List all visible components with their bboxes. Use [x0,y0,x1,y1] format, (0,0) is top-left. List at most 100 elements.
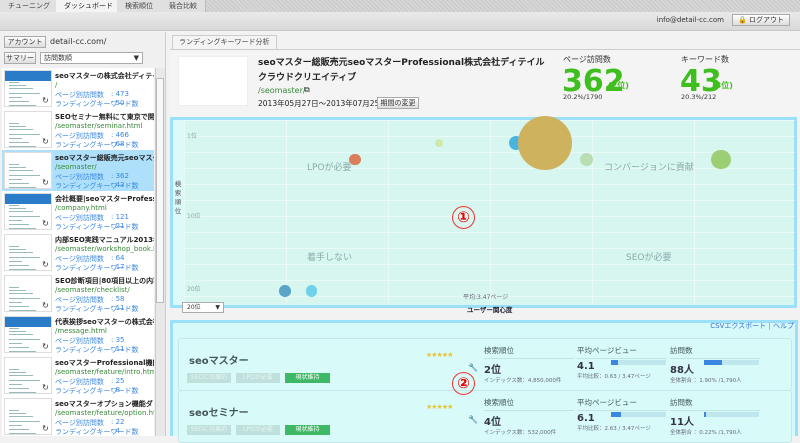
refresh-icon[interactable]: ↻ [40,178,51,188]
account-button[interactable]: アカウント [4,36,46,48]
pv-value: : 25 [111,377,125,385]
pv-value: : 121 [111,213,129,221]
rank-label: 検索順位 [484,397,574,411]
rank-label: 検索順位 [484,345,574,359]
item-url[interactable]: /seomaster/feature/intro.html [55,368,154,376]
index-count: インデックス数：4,850,000件 [484,378,562,384]
logout-button[interactable]: 🔒 ログアウト [732,14,790,26]
visits-bar [704,360,759,365]
item-url[interactable]: /seomaster/workshop_book.html [55,245,154,253]
item-url[interactable]: /message.html [55,327,154,335]
item-title: seoマスターオプション機能ダッシュ [55,400,154,408]
tag-lpo-needed[interactable]: LPOが必要 [236,425,280,435]
item-kw: ランディングキーワード数: 68 [55,140,154,150]
domain-label: detail-cc.com/ [50,37,107,46]
tag-seo-effective[interactable]: SEOに効果的 [187,425,231,435]
keywords-rank: (3位) [712,81,733,90]
date-range: 2013年05月27日～2013年07月25日 [258,99,387,108]
wrench-icon[interactable]: 🔧 [468,415,478,424]
refresh-icon[interactable]: ↻ [40,383,51,393]
external-link-icon[interactable]: ⧉ [304,85,310,95]
item-url[interactable]: /seomaster/ [55,163,154,171]
item-url[interactable]: /seomaster/feature/option.html [55,409,154,417]
bubble-point[interactable] [579,153,593,167]
tag-lpo-needed[interactable]: LPOが必要 [236,373,280,383]
pv-label: ページ別訪問数 [55,132,104,140]
page-url[interactable]: /seomaster/ [258,86,306,95]
item-kw: ランディングキーワード数: 11 [55,345,154,355]
tab-dashboard[interactable]: ダッシュボード [56,0,122,12]
sort-select[interactable]: 訪問数順 ▼ [40,52,143,64]
page-list-item[interactable]: ↻ seoマスターの株式会社ディテイル / ページ別訪問数: 473 ランディン… [2,68,154,109]
page-list-item[interactable]: ↻ seoマスターオプション機能ダッシュ /seomaster/feature/… [2,396,154,436]
rank-value: 2位 [484,365,501,376]
top-tab-bar: チューニング ダッシュボード 検索順位 競合比較 [0,0,800,12]
kw-value: : 21 [111,222,125,230]
summary-button[interactable]: サマリー [4,52,36,64]
wrench-icon[interactable]: 🔧 [468,363,478,372]
kw-value: : 17 [111,263,125,271]
tag-seo-effective[interactable]: SEOに効果的 [187,373,231,383]
plot-area [184,120,795,305]
pv-value: : 58 [111,295,125,303]
bubble-point[interactable] [711,150,731,170]
refresh-icon[interactable]: ↻ [40,260,51,270]
keywords-ratio: 20.3%/212 [681,93,717,101]
help-link[interactable]: ヘルプ [773,322,794,330]
page-list-item[interactable]: ↻ 内部SEO実践マニュアル2013年 /seomaster/workshop_… [2,232,154,273]
keyword-card[interactable]: seoセミナー SEOに効果的 LPOが必要 現状維持 ★★★★★ 🔧 検索順位… [178,390,792,443]
item-title: 代表挨拶seoマスターの株式会社 [55,318,154,326]
star-rating[interactable]: ★★★★★ [426,351,453,359]
pv-label: ページ別訪問数 [55,91,104,99]
item-url[interactable]: /company.html [55,204,154,212]
y-tick: 20位 [187,286,201,293]
item-url[interactable]: / [55,81,154,89]
page-list-item[interactable]: ↻ seoマスターProfessional機能と /seomaster/feat… [2,355,154,396]
kw-label: ランディングキーワード数 [55,182,139,190]
y-tick: 10位 [187,213,201,220]
refresh-icon[interactable]: ↻ [40,219,51,229]
page-list-item[interactable]: ↻ 代表挨拶seoマスターの株式会社 /message.html ページ別訪問数… [2,314,154,355]
page-list-item[interactable]: ↻ SEO診断項目|80項目以上の内容 /seomaster/checklist… [2,273,154,314]
page-list-item[interactable]: ↻ seoマスター総販売元seoマスター /seomaster/ ページ別訪問数… [2,150,154,191]
tab-competitor[interactable]: 競合比較 [161,0,206,12]
quadrant-label: コンバージョンに貢献 [604,163,694,173]
change-period-button[interactable]: 期間の変更 [377,97,419,109]
page-thumbnail [178,56,248,106]
keyword-name[interactable]: seoマスター [189,352,249,367]
index-count: インデックス数：532,000件 [484,430,557,436]
visits-label: 訪問数 [670,397,760,411]
tag-maintain[interactable]: 現状維持 [285,373,330,383]
kw-value: : 11 [111,345,125,353]
refresh-icon[interactable]: ↻ [40,137,51,147]
csv-export-link[interactable]: CSVエクスポート [710,322,766,330]
pv-bar [611,412,666,417]
tab-landing-keyword-analysis[interactable]: ランディングキーワード分析 [172,35,277,49]
rank-filter-select[interactable]: 20位 ▼ [182,302,224,313]
item-url[interactable]: /seomaster/seminar.html [55,122,154,130]
bubble-point[interactable] [348,153,361,166]
pv-label: ページ別訪問数 [55,419,104,427]
bubble-point[interactable] [279,285,292,297]
x-axis-label: ユーザー関心度 [467,306,513,314]
item-url[interactable]: /seomaster/checklist/ [55,286,154,294]
pv-label: ページ別訪問数 [55,378,104,386]
pv-bar [611,360,666,365]
refresh-icon[interactable]: ↻ [40,301,51,311]
tab-tuning[interactable]: チューニング [0,0,59,12]
item-title: seoマスターの株式会社ディテイル [55,72,154,80]
refresh-icon[interactable]: ↻ [40,424,51,434]
star-rating[interactable]: ★★★★★ [426,403,453,411]
refresh-icon[interactable]: ↻ [40,96,51,106]
tag-maintain[interactable]: 現状維持 [285,425,330,435]
keyword-name[interactable]: seoセミナー [189,404,249,419]
page-list-item[interactable]: ↻ SEOセミナー無料にて東京で開催 /seomaster/seminar.ht… [2,109,154,150]
tab-search-rank[interactable]: 検索順位 [117,0,162,12]
visits-bar [704,412,759,417]
refresh-icon[interactable]: ↻ [40,342,51,352]
quadrant-label: LPOが必要 [307,163,352,173]
scrollbar-thumb[interactable] [156,78,164,303]
page-list-item[interactable]: ↻ 会社概要|seoマスターProfessional /company.html… [2,191,154,232]
keyword-card[interactable]: seoマスター SEOに効果的 LPOが必要 現状維持 ★★★★★ 🔧 検索順位… [178,338,792,391]
bubble-point[interactable] [305,285,318,297]
